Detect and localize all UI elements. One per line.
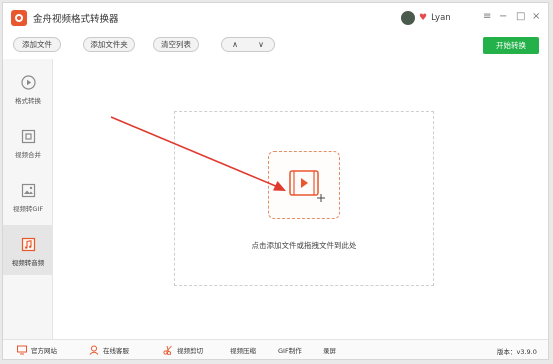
video-cut-link[interactable]: 视频剪切 (163, 345, 203, 356)
app-window: 金舟视频格式转换器 ♥ Lyan ≡ − □ × 添加文件 添加文件夹 清空列表… (2, 2, 549, 360)
status-bar: 官方网站 在线客服 视频剪切 视频压缩 GIF制作 录屏 版本：v3.9.0 (3, 339, 548, 359)
monitor-icon (17, 345, 27, 355)
gif-make-link[interactable]: GIF制作 (278, 345, 302, 355)
scissors-icon (163, 345, 173, 356)
user-service-icon (89, 345, 99, 355)
version-label: 版本：v3.9.0 (497, 348, 537, 356)
annotation-arrow (110, 116, 286, 191)
video-compress-link[interactable]: 视频压缩 (230, 345, 256, 355)
official-site-link[interactable]: 官方网站 (17, 345, 57, 355)
online-service-link[interactable]: 在线客服 (89, 345, 129, 355)
screen-record-link[interactable]: 录屏 (323, 345, 336, 355)
